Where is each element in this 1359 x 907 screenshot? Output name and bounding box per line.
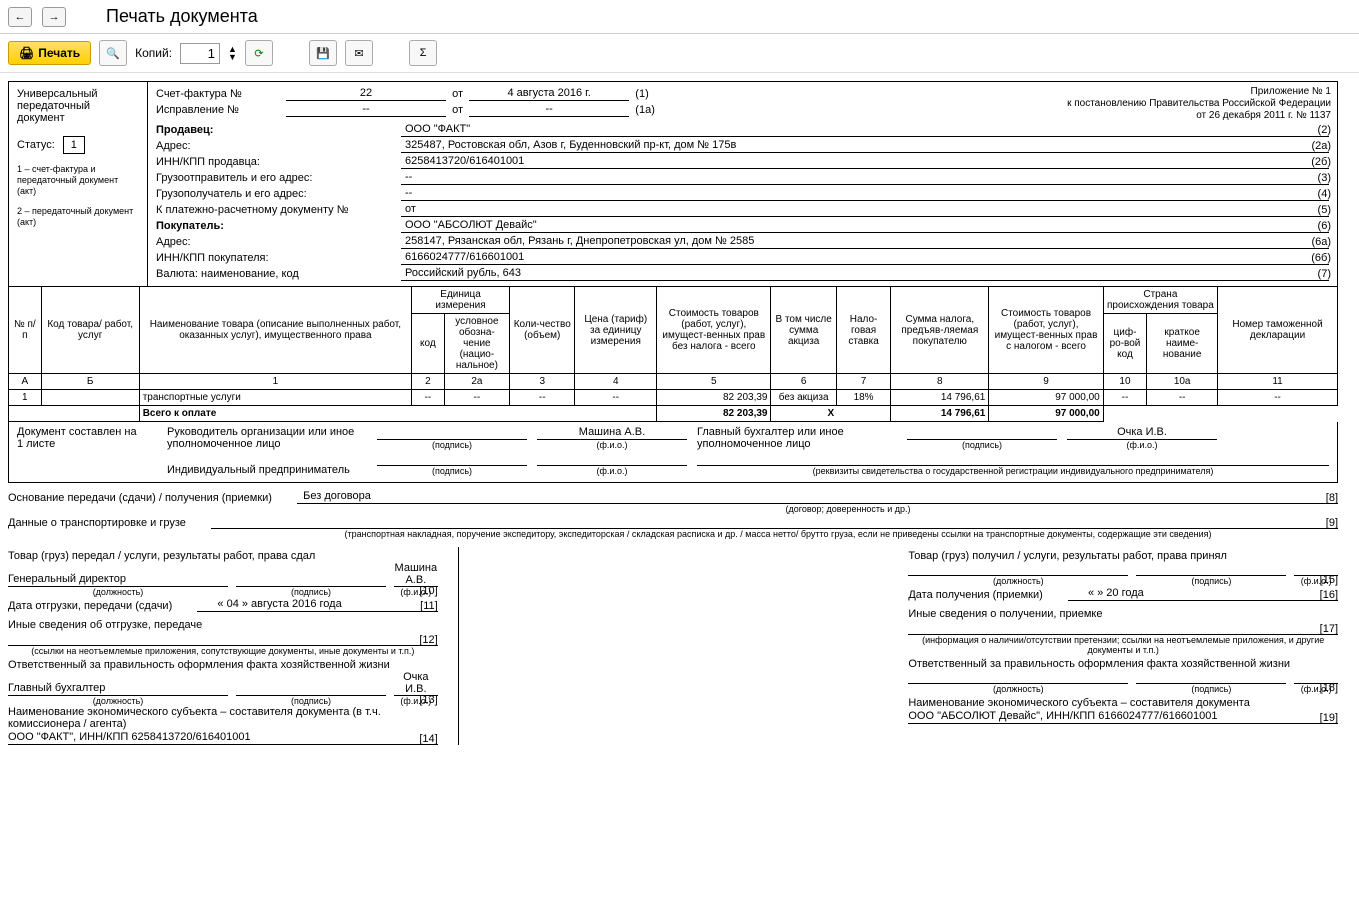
upd-side: Универсальный передаточный документ Стат… — [8, 81, 148, 287]
save-button[interactable]: 💾 — [309, 40, 337, 66]
back-button[interactable]: ← — [8, 7, 32, 27]
copies-input[interactable] — [180, 43, 220, 64]
refresh-button[interactable]: ⟳ — [245, 40, 273, 66]
sigma-icon: Σ — [420, 47, 427, 59]
forward-button[interactable]: → — [42, 7, 66, 27]
email-button[interactable]: ✉ — [345, 40, 373, 66]
table-row: 1 транспортные услуги ---- ---- 82 203,3… — [9, 390, 1338, 406]
title-bar: ← → Печать документа — [0, 0, 1359, 34]
items-table: № п/п Код товара/ работ, услуг Наименова… — [8, 286, 1338, 422]
status-box: 1 — [63, 136, 85, 154]
window-title: Печать документа — [106, 6, 258, 27]
refresh-icon: ⟳ — [254, 47, 263, 60]
preview-button[interactable]: 🔍 — [99, 40, 127, 66]
total-row: Всего к оплате 82 203,39 Х 14 796,61 97 … — [9, 406, 1338, 422]
appendix-note: Приложение № 1 к постановлению Правитель… — [1067, 86, 1331, 122]
document-area: Универсальный передаточный документ Стат… — [0, 73, 1359, 753]
signatures-block: Документ составлен на 1 листе Руководите… — [8, 422, 1338, 483]
printer-icon: 🖨 — [19, 46, 34, 60]
spinner-icon[interactable]: ▲▼ — [228, 45, 237, 61]
transfer-block: Основание передачи (сдачи) / получения (… — [8, 489, 1338, 745]
action-bar: 🖨 Печать 🔍 Копий: ▲▼ ⟳ 💾 ✉ Σ — [0, 34, 1359, 73]
copies-label: Копий: — [135, 46, 172, 60]
magnifier-icon: 🔍 — [106, 47, 120, 60]
print-button[interactable]: 🖨 Печать — [8, 41, 91, 65]
invoice-header: Приложение № 1 к постановлению Правитель… — [148, 81, 1338, 287]
floppy-icon: 💾 — [316, 47, 330, 60]
sum-button[interactable]: Σ — [409, 40, 437, 66]
envelope-icon: ✉ — [354, 47, 363, 60]
